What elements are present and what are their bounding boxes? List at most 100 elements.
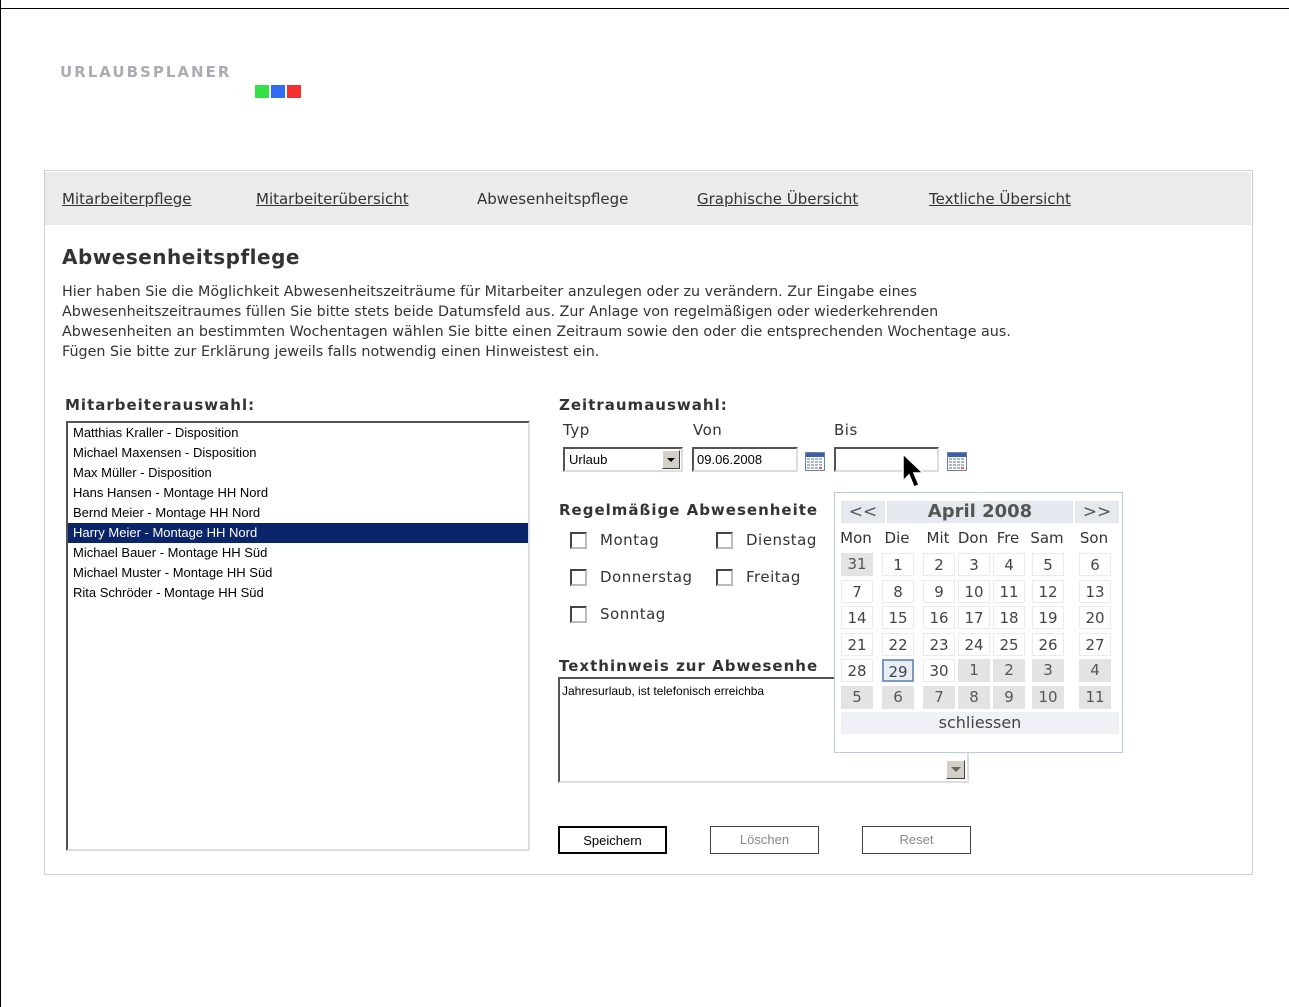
delete-button[interactable]: Löschen [710, 826, 819, 854]
calendar-day[interactable]: 20 [1079, 606, 1111, 629]
calendar-day-other-month[interactable]: 9 [993, 686, 1025, 709]
logo-square-green [255, 85, 269, 98]
calendar-day[interactable]: 18 [993, 606, 1025, 629]
calendar-day-other-month[interactable]: 4 [1079, 659, 1111, 682]
nav-mitarbeiteruebersicht[interactable]: Mitarbeiterübersicht [256, 190, 409, 208]
calendar-day[interactable]: 14 [841, 606, 873, 629]
calendar-day[interactable]: 26 [1032, 633, 1064, 656]
employee-option[interactable]: Rita Schröder - Montage HH Süd [68, 583, 528, 603]
calendar-day[interactable]: 13 [1079, 580, 1111, 603]
calendar-day[interactable]: 15 [882, 606, 914, 629]
checkbox-donnerstag[interactable] [570, 569, 587, 586]
nav-abwesenheitspflege[interactable]: Abwesenheitspflege [477, 190, 628, 208]
calendar-day[interactable]: 16 [923, 606, 955, 629]
calendar-day[interactable]: 17 [958, 606, 990, 629]
window-border-top [0, 8, 1289, 9]
calendar-weekday-header: Die [884, 529, 910, 547]
employee-section-label: Mitarbeiterauswahl: [65, 396, 256, 414]
checkbox-montag[interactable] [570, 532, 587, 549]
checkbox-freitag[interactable] [716, 569, 733, 586]
app-logo: URLAUBSPLANER [60, 63, 301, 98]
calendar-day-other-month[interactable]: 3 [1032, 659, 1064, 682]
calendar-day[interactable]: 7 [841, 580, 873, 603]
calendar-day[interactable]: 9 [923, 580, 955, 603]
intro-line: Abwesenheitszeitraumes füllen Sie bitte … [62, 304, 939, 320]
checkbox-label: Freitag [746, 568, 801, 586]
intro-line: Abwesenheiten an bestimmten Wochentagen … [62, 324, 1011, 340]
calendar-day-other-month[interactable]: 5 [841, 686, 873, 709]
employee-option[interactable]: Michael Muster - Montage HH Süd [68, 563, 528, 583]
calendar-day[interactable]: 4 [993, 553, 1025, 576]
calendar-day-other-month[interactable]: 1 [958, 659, 990, 682]
logo-square-blue [271, 85, 285, 98]
calendar-day[interactable]: 28 [841, 659, 873, 682]
calendar-day[interactable]: 11 [993, 580, 1025, 603]
nav-textliche-uebersicht[interactable]: Textliche Übersicht [929, 190, 1071, 208]
checkbox-dienstag[interactable] [716, 532, 733, 549]
calendar-day-other-month[interactable]: 31 [841, 553, 873, 576]
calendar-day-other-month[interactable]: 2 [993, 659, 1025, 682]
checkbox-sonntag[interactable] [570, 606, 587, 623]
calendar-day[interactable]: 12 [1032, 580, 1064, 603]
calendar-day[interactable]: 1 [882, 553, 914, 576]
nav-graphische-uebersicht[interactable]: Graphische Übersicht [697, 190, 858, 208]
calendar-day[interactable]: 22 [882, 633, 914, 656]
scroll-down-icon[interactable] [946, 760, 965, 779]
type-select[interactable]: Urlaub [563, 447, 683, 472]
calendar-close-button[interactable]: schliessen [841, 712, 1119, 734]
reset-button[interactable]: Reset [862, 826, 971, 854]
calendar-month-title: April 2008 [887, 501, 1073, 523]
calendar-day-other-month[interactable]: 8 [958, 686, 990, 709]
intro-line: Hier haben Sie die Möglichkeit Abwesenhe… [62, 284, 917, 300]
calendar-popup: << April 2008 >> Mon Die Mit Don Fre Sam Son 3… [834, 492, 1123, 753]
calendar-weekday-header: Mit [926, 529, 950, 547]
calendar-day-other-month[interactable]: 7 [923, 686, 955, 709]
save-button[interactable]: Speichern [558, 826, 667, 854]
employee-option[interactable]: Hans Hansen - Montage HH Nord [68, 483, 528, 503]
calendar-day[interactable]: 3 [958, 553, 990, 576]
nav-mitarbeiterpflege[interactable]: Mitarbeiterpflege [62, 190, 192, 208]
type-select-value: Urlaub [569, 452, 608, 467]
calendar-weekday-header: Fre [996, 529, 1020, 547]
recurring-section-label: Regelmäßige Abwesenheite [559, 501, 819, 519]
calendar-prev-button[interactable]: << [841, 501, 885, 523]
employee-option-selected[interactable]: Harry Meier - Montage HH Nord [68, 523, 528, 543]
employee-option[interactable]: Max Müller - Disposition [68, 463, 528, 483]
calendar-day-other-month[interactable]: 10 [1032, 686, 1064, 709]
to-label: Bis [834, 421, 858, 439]
mouse-cursor-icon [902, 452, 925, 488]
calendar-day[interactable]: 25 [993, 633, 1025, 656]
employee-option[interactable]: Michael Bauer - Montage HH Süd [68, 543, 528, 563]
chevron-down-icon[interactable] [662, 450, 680, 469]
employee-option[interactable]: Bernd Meier - Montage HH Nord [68, 503, 528, 523]
calendar-day[interactable]: 24 [958, 633, 990, 656]
calendar-day[interactable]: 19 [1032, 606, 1064, 629]
calendar-day[interactable]: 2 [923, 553, 955, 576]
checkbox-label: Dienstag [746, 531, 817, 549]
calendar-weekday-header: Don [957, 529, 989, 547]
calendar-day[interactable]: 23 [923, 633, 955, 656]
employee-option[interactable]: Matthias Kraller - Disposition [68, 423, 528, 443]
calendar-day[interactable]: 27 [1079, 633, 1111, 656]
calendar-icon[interactable] [805, 452, 825, 471]
employee-option[interactable]: Michael Maxensen - Disposition [68, 443, 528, 463]
calendar-weekday-header: Mon [840, 529, 872, 547]
calendar-day-other-month[interactable]: 11 [1079, 686, 1111, 709]
calendar-day-highlighted[interactable]: 29 [882, 659, 914, 682]
calendar-day[interactable]: 30 [923, 659, 955, 682]
calendar-icon[interactable] [947, 452, 967, 471]
from-date-input[interactable]: 09.06.2008 [692, 447, 798, 472]
calendar-day[interactable]: 8 [882, 580, 914, 603]
page-title: Abwesenheitspflege [62, 245, 300, 269]
calendar-day[interactable]: 21 [841, 633, 873, 656]
calendar-next-button[interactable]: >> [1075, 501, 1119, 523]
calendar-day[interactable]: 10 [958, 580, 990, 603]
calendar-day[interactable]: 6 [1079, 553, 1111, 576]
window-border-left [0, 0, 1, 1007]
calendar-day[interactable]: 5 [1032, 553, 1064, 576]
calendar-day-other-month[interactable]: 6 [882, 686, 914, 709]
calendar-weekday-header: Son [1079, 529, 1109, 547]
employee-listbox[interactable]: Matthias Kraller - Disposition Michael M… [66, 421, 530, 851]
calendar-weekday-header: Sam [1030, 529, 1064, 547]
note-text: Jahresurlaub, ist telefonisch erreichba [562, 684, 765, 698]
